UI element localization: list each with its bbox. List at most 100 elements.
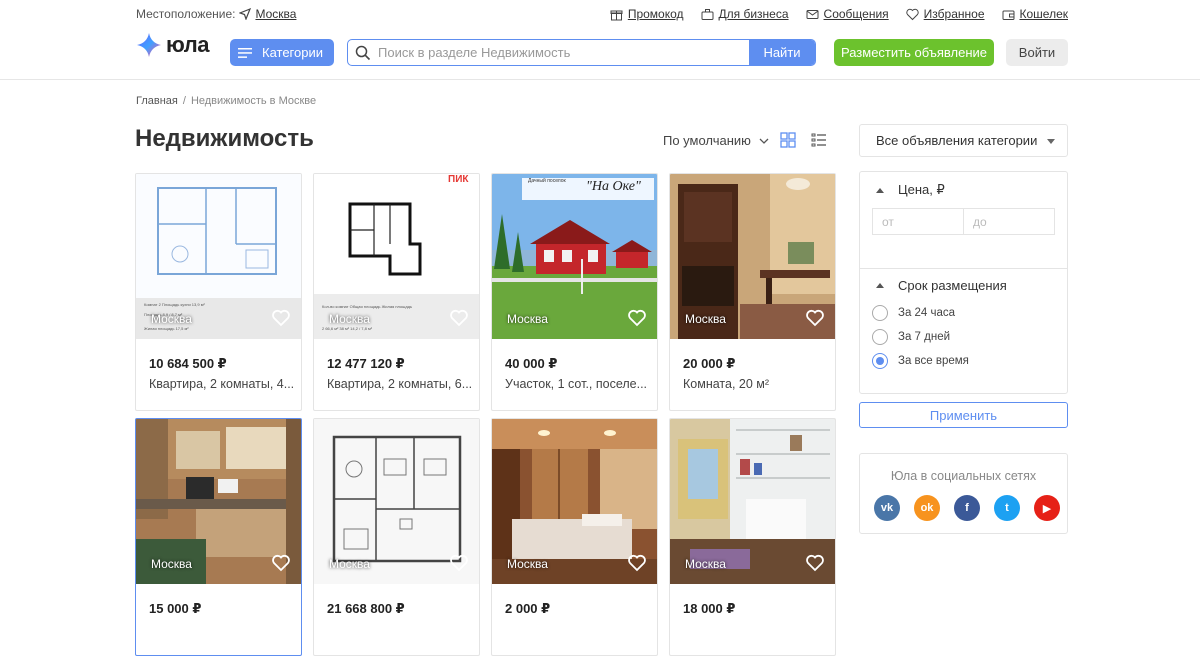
period-option-24h[interactable]: За 24 часа: [872, 305, 955, 321]
logo-text: юла: [166, 32, 209, 57]
location-selector[interactable]: Местоположение: Москва: [136, 7, 296, 21]
location-label: Местоположение:: [136, 7, 236, 21]
filter-divider: [860, 268, 1067, 269]
price-filter-toggle[interactable]: Цена, ₽: [876, 182, 945, 198]
favorite-heart-icon[interactable]: [806, 554, 824, 572]
listing-price: 2 000 ₽: [505, 601, 551, 616]
period-option-label: За 7 дней: [898, 331, 951, 343]
breadcrumb-home[interactable]: Главная: [136, 95, 178, 107]
listing-description: Участок, 1 сот., поселе...: [505, 377, 648, 391]
menu-icon: [238, 47, 252, 58]
price-to-input[interactable]: [963, 208, 1055, 235]
search-icon: [348, 40, 378, 65]
sparkle-logo-icon: [137, 33, 161, 57]
price-from-input[interactable]: [872, 208, 964, 235]
category-select-value: Все объявления категории: [876, 133, 1038, 148]
youtube-icon[interactable]: ▶: [1034, 495, 1060, 521]
listing-city: Москва: [685, 312, 726, 326]
period-filter-heading: Срок размещения: [898, 278, 1007, 293]
listing-city: Москва: [151, 312, 192, 326]
caret-up-icon: [876, 283, 884, 288]
location-arrow-icon: [239, 8, 252, 20]
radio-button[interactable]: [872, 305, 888, 321]
listing-card[interactable]: Кол-во комнат Общая площадь Жилая площад…: [313, 173, 480, 411]
period-option-label: За все время: [898, 355, 969, 367]
wallet-link[interactable]: Кошелек: [1002, 7, 1069, 21]
header: юла Категории Найти Разместить объявлени…: [0, 28, 1200, 80]
business-label: Для бизнеса: [718, 7, 789, 21]
radio-button[interactable]: [872, 353, 888, 369]
period-option-7d[interactable]: За 7 дней: [872, 329, 950, 345]
search-input[interactable]: [378, 40, 749, 65]
wallet-icon: [1002, 10, 1014, 20]
favorites-link[interactable]: Избранное: [906, 7, 985, 21]
period-option-all[interactable]: За все время: [872, 353, 969, 369]
listing-card[interactable]: Москва 18 000 ₽: [669, 418, 836, 656]
breadcrumb-separator: /: [182, 95, 186, 107]
sort-label: По умолчанию: [663, 133, 751, 148]
top-bar: Местоположение: Москва Промокод Для бизн…: [0, 0, 1200, 28]
listing-price: 10 684 500 ₽: [149, 356, 227, 371]
categories-label: Категории: [262, 45, 323, 60]
wallet-label: Кошелек: [1019, 7, 1069, 21]
favorite-heart-icon[interactable]: [628, 554, 646, 572]
listing-price: 15 000 ₽: [149, 601, 202, 616]
favorite-heart-icon[interactable]: [450, 554, 468, 572]
chevron-down-icon: [759, 138, 769, 144]
odnoklassniki-icon[interactable]: ok: [914, 495, 940, 521]
favorite-heart-icon[interactable]: [806, 309, 824, 327]
post-ad-button[interactable]: Разместить объявление: [834, 39, 994, 66]
sort-dropdown[interactable]: По умолчанию: [663, 133, 769, 148]
listing-city: Москва: [329, 312, 370, 326]
messages-link[interactable]: Сообщения: [806, 7, 889, 21]
listing-description: Квартира, 2 комнаты, 6...: [327, 377, 473, 391]
svg-text:Комнат 2 Площадь кухни 13,: Комнат 2 Площадь кухни 13,9 м²: [144, 302, 205, 307]
radio-button[interactable]: [872, 329, 888, 345]
location-city[interactable]: Москва: [255, 7, 296, 21]
favorite-heart-icon[interactable]: [272, 554, 290, 572]
vk-icon[interactable]: vk: [874, 495, 900, 521]
listing-card[interactable]: Комнат 2 Площадь кухни 13,9 м² Площадь 8…: [135, 173, 302, 411]
promocode-label: Промокод: [627, 7, 684, 21]
caret-up-icon: [876, 187, 884, 193]
favorite-heart-icon[interactable]: [272, 309, 290, 327]
category-select[interactable]: Все объявления категории: [859, 124, 1068, 157]
listing-card[interactable]: Дачный поселок "На Оке" Москва 40 000 ₽ …: [491, 173, 658, 411]
search-button[interactable]: Найти: [749, 40, 815, 65]
village-caption: Дачный поселок: [528, 178, 566, 184]
list-view-icon[interactable]: [811, 132, 827, 148]
login-button[interactable]: Войти: [1006, 39, 1068, 66]
listing-description: Квартира, 2 комнаты, 4...: [149, 377, 295, 391]
listing-card[interactable]: Москва 20 000 ₽ Комната, 20 м²: [669, 173, 836, 411]
breadcrumb-current: Недвижимость в Москве: [190, 95, 317, 107]
logo[interactable]: юла: [136, 32, 209, 58]
listing-city: Москва: [507, 312, 548, 326]
village-name: "На Оке": [586, 179, 641, 194]
promocode-link[interactable]: Промокод: [610, 7, 684, 21]
grid-view-icon[interactable]: [780, 132, 796, 148]
price-filter-heading: Цена, ₽: [898, 182, 945, 197]
svg-text:2 66,6 м² 38 м²: 2 66,6 м² 38 м² 14,2 / 7,8 м²: [322, 326, 373, 331]
listing-city: Москва: [329, 557, 370, 571]
favorite-heart-icon[interactable]: [450, 309, 468, 327]
period-filter-toggle[interactable]: Срок размещения: [876, 278, 1007, 293]
page-title: Недвижимость: [135, 125, 314, 152]
listing-card[interactable]: Москва 15 000 ₽: [135, 418, 302, 656]
favorite-heart-icon[interactable]: [628, 309, 646, 327]
listing-price: 18 000 ₽: [683, 601, 736, 616]
messages-label: Сообщения: [823, 7, 889, 21]
listing-card[interactable]: Москва 21 668 800 ₽: [313, 418, 480, 656]
categories-button[interactable]: Категории: [230, 39, 334, 66]
briefcase-icon: [701, 8, 714, 20]
apply-filters-button[interactable]: Применить: [859, 402, 1068, 428]
envelope-icon: [806, 9, 819, 19]
listing-city: Москва: [685, 557, 726, 571]
listing-card[interactable]: Москва 2 000 ₽: [491, 418, 658, 656]
business-link[interactable]: Для бизнеса: [701, 7, 789, 21]
facebook-icon[interactable]: f: [954, 495, 980, 521]
search-bar: Найти: [347, 39, 816, 66]
gift-icon: [610, 10, 623, 20]
listing-price: 12 477 120 ₽: [327, 356, 405, 371]
twitter-icon[interactable]: t: [994, 495, 1020, 521]
filters-panel: Цена, ₽ Срок размещения За 24 часа За 7 …: [859, 171, 1068, 394]
